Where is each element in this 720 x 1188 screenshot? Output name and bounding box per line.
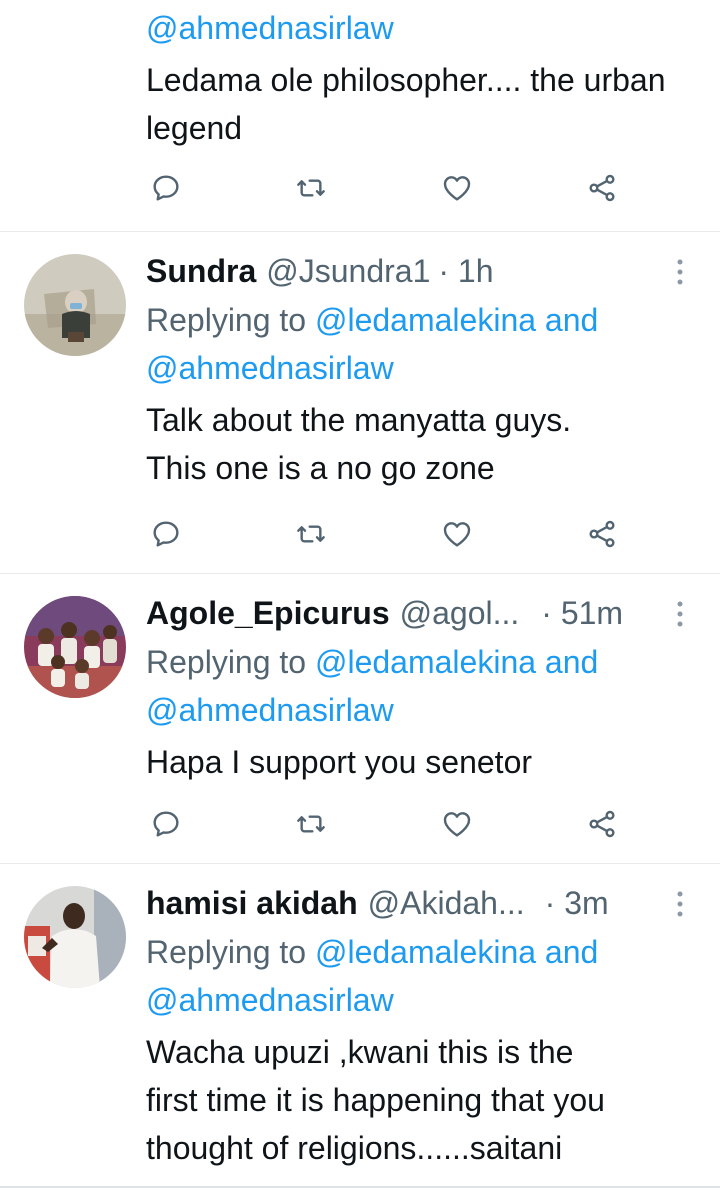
more-options-button[interactable] [662, 596, 698, 632]
tweet-text: Hapa I support you senetor [146, 738, 698, 786]
tweet-content: hamisi akidah @Akidah... · 3m Replying t… [146, 878, 698, 1172]
tweet-time[interactable]: · 51m [541, 595, 623, 632]
reply-feed: @ahmednasirlaw Ledama ole philosopher...… [0, 0, 720, 1188]
more-options-button[interactable] [662, 254, 698, 290]
replying-to-line-2: @ahmednasirlaw [146, 976, 698, 1024]
tweet-content: Sundra @Jsundra1 · 1h Replying to @ledam… [146, 246, 698, 492]
tweet-text: Talk about the manyatta guys. This one i… [146, 396, 698, 492]
replying-to-label: Replying to [146, 934, 307, 970]
tweet-text-line: first time it is happening that you [146, 1082, 605, 1118]
tweet-text-span: Ledama ole philosopher.... the urban leg… [146, 62, 666, 146]
tweet-sundra[interactable]: Sundra @Jsundra1 · 1h Replying to @ledam… [0, 232, 720, 574]
more-vertical-icon [677, 891, 683, 917]
reply-button[interactable] [146, 514, 186, 554]
avatar-image [24, 254, 126, 356]
tweet-time[interactable]: · 1h [438, 253, 493, 290]
replying-to-line: @ahmednasirlaw [146, 4, 698, 52]
retweet-icon [297, 815, 326, 833]
reply-button[interactable] [146, 804, 186, 844]
avatar-image [24, 886, 126, 988]
tweet-text-line: thought of religions......saitani [146, 1130, 563, 1166]
avatar[interactable] [24, 596, 126, 698]
more-vertical-icon [677, 259, 683, 285]
retweet-button[interactable] [291, 514, 331, 554]
reply-button[interactable] [146, 168, 186, 208]
heart-icon [443, 522, 470, 547]
tweet-content: Agole_Epicurus @agol... · 51m Replying t… [146, 588, 698, 786]
avatar[interactable] [24, 254, 126, 356]
user-handle[interactable]: @agol... [400, 595, 520, 632]
display-name[interactable]: hamisi akidah [146, 885, 358, 922]
mention-link[interactable]: @ledamalekina [315, 934, 536, 970]
mention-link[interactable]: @ahmednasirlaw [146, 692, 394, 728]
reply-icon [153, 811, 179, 837]
like-button[interactable] [437, 514, 477, 554]
replying-to-line: Replying to @ledamalekina and [146, 638, 698, 686]
tweet-text-line: This one is a no go zone [146, 450, 495, 486]
share-icon [589, 520, 615, 548]
display-name[interactable]: Agole_Epicurus [146, 595, 390, 632]
tweet-header: hamisi akidah @Akidah... · 3m [146, 878, 626, 928]
like-button[interactable] [437, 168, 477, 208]
retweet-button[interactable] [291, 804, 331, 844]
mention-link[interactable]: @ledamalekina [315, 302, 536, 338]
tweet-text: Wacha upuzi ,kwani this is the first tim… [146, 1028, 698, 1172]
retweet-button[interactable] [291, 168, 331, 208]
tweet-actions [146, 512, 622, 556]
heart-icon [443, 176, 470, 201]
like-button[interactable] [437, 804, 477, 844]
replying-to-label: Replying to [146, 302, 307, 338]
share-button[interactable] [582, 804, 622, 844]
tweet-hamisi[interactable]: hamisi akidah @Akidah... · 3m Replying t… [0, 864, 720, 1188]
tweet-time[interactable]: · 3m [545, 885, 609, 922]
share-icon [589, 174, 615, 202]
reply-icon [153, 175, 179, 201]
tweet-agole[interactable]: Agole_Epicurus @agol... · 51m Replying t… [0, 574, 720, 864]
more-options-button[interactable] [662, 886, 698, 922]
tweet-header: Agole_Epicurus @agol... · 51m [146, 588, 626, 638]
replying-to-line-2: @ahmednasirlaw [146, 686, 698, 734]
tweet-actions [146, 166, 622, 210]
tweet-actions [146, 802, 622, 846]
mention-link[interactable]: @ledamalekina [315, 644, 536, 680]
reply-icon [153, 521, 179, 547]
avatar[interactable] [24, 886, 126, 988]
replying-to-line: Replying to @ledamalekina and [146, 296, 698, 344]
share-button[interactable] [582, 514, 622, 554]
mention-and: and [544, 302, 599, 338]
replying-to-label: Replying to [146, 644, 307, 680]
replying-to-line: Replying to @ledamalekina and [146, 928, 698, 976]
mention-and: and [544, 644, 599, 680]
mention-and: and [544, 934, 599, 970]
tweet-text-line: Hapa I support you senetor [146, 744, 533, 780]
display-name[interactable]: Sundra [146, 253, 256, 290]
avatar-image [24, 596, 126, 698]
tweet-text: Ledama ole philosopher.... the urban leg… [146, 56, 698, 152]
retweet-icon [297, 179, 326, 197]
retweet-icon [297, 525, 326, 543]
replying-to-line-2: @ahmednasirlaw [146, 344, 698, 392]
mention-link[interactable]: @ahmednasirlaw [146, 350, 394, 386]
tweet-header: Sundra @Jsundra1 · 1h [146, 246, 698, 296]
share-icon [589, 810, 615, 838]
tweet-partial[interactable]: @ahmednasirlaw Ledama ole philosopher...… [0, 0, 720, 232]
tweet-text-line: Talk about the manyatta guys. [146, 402, 572, 438]
user-handle[interactable]: @Akidah... [368, 885, 525, 922]
tweet-text-line: Ledama ole philosopher.... the urban leg… [146, 56, 666, 152]
share-button[interactable] [582, 168, 622, 208]
more-vertical-icon [677, 601, 683, 627]
tweet-content: @ahmednasirlaw Ledama ole philosopher...… [146, 0, 698, 152]
heart-icon [443, 812, 470, 837]
tweet-text-line: Wacha upuzi ,kwani this is the [146, 1034, 574, 1070]
mention-link[interactable]: @ahmednasirlaw [146, 982, 394, 1018]
mention-link[interactable]: @ahmednasirlaw [146, 10, 394, 46]
user-handle[interactable]: @Jsundra1 [266, 253, 430, 290]
